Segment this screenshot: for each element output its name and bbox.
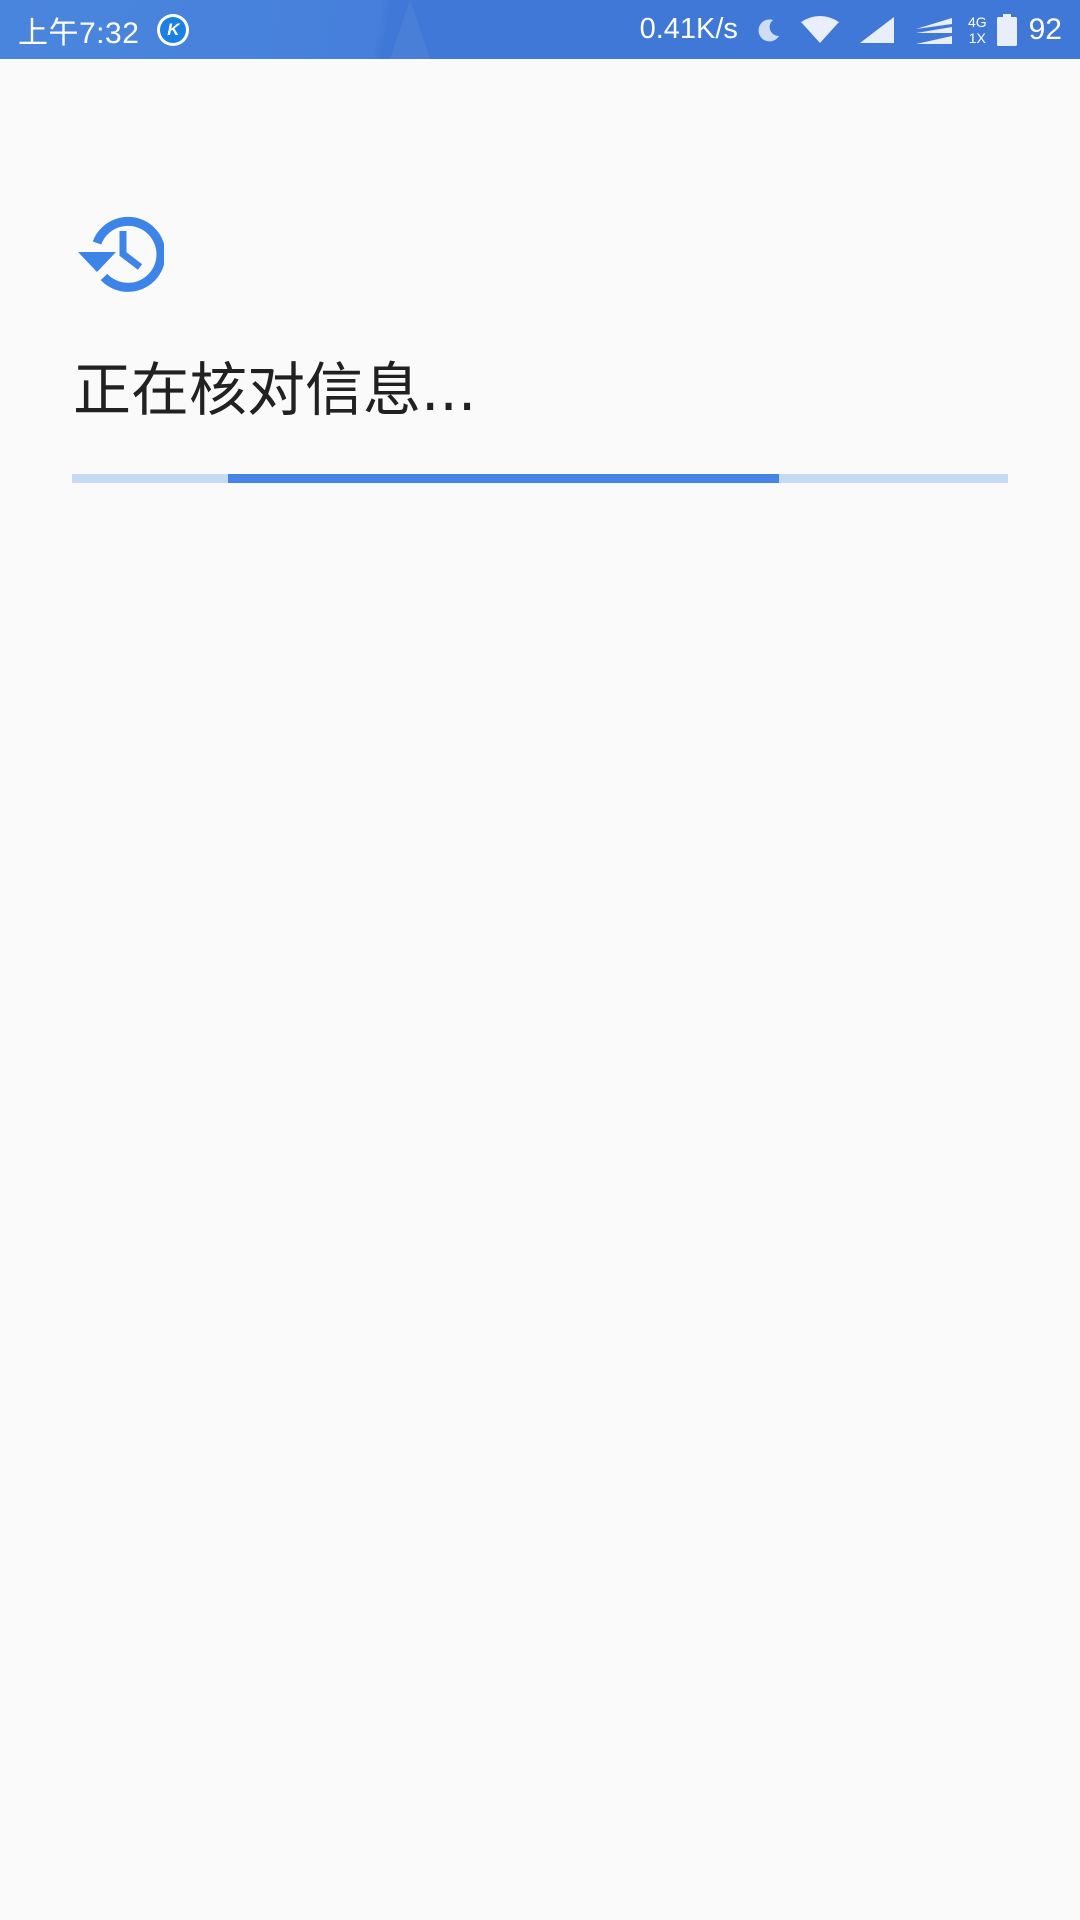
signal-icon — [858, 16, 896, 44]
battery-icon — [996, 13, 1017, 46]
status-time: 上午7:32 — [18, 16, 140, 50]
network-speed: 0.41K/s — [639, 13, 738, 45]
network-type-top: 4G — [967, 13, 987, 30]
history-icon — [74, 212, 166, 296]
moon-icon — [756, 17, 782, 43]
status-bar: 上午7:32 K 0.41K/s 4G 1X 92 — [0, 0, 1080, 59]
progress-indicator — [228, 474, 779, 483]
status-bar-decoration — [390, 0, 430, 59]
status-left: 上午7:32 K — [18, 0, 190, 59]
battery-level: 92 — [1028, 12, 1062, 46]
network-type-bottom: 1X — [968, 29, 986, 46]
wifi-icon — [800, 15, 840, 44]
signal-icon-2 — [914, 15, 954, 45]
status-right: 0.41K/s 4G 1X 92 — [640, 0, 1062, 59]
screen: 上午7:32 K 0.41K/s 4G 1X 92 正在核对信息... — [0, 0, 1080, 1920]
network-type: 4G 1X — [968, 14, 987, 46]
progress-bar — [72, 474, 1008, 483]
k-app-icon: K — [157, 13, 190, 46]
page-title: 正在核对信息... — [73, 356, 477, 424]
k-app-letter: K — [160, 16, 187, 43]
